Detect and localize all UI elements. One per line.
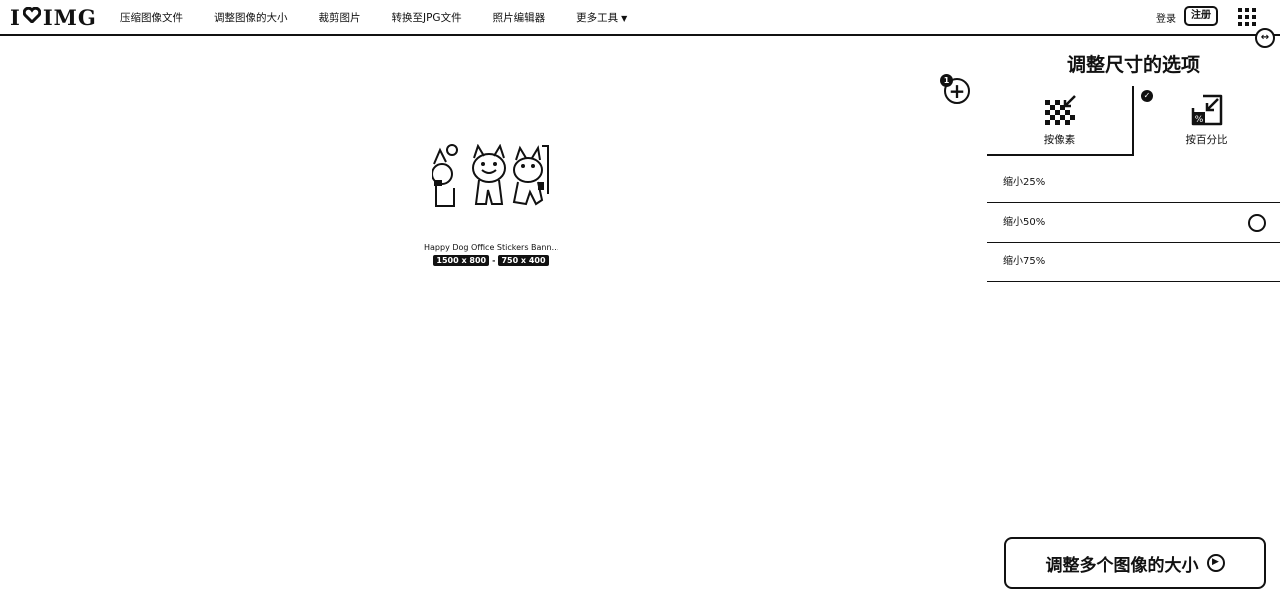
radio-icon[interactable] [1248,214,1266,232]
add-more-files-button[interactable]: + 1 [940,74,972,106]
tab-by-pixels-label: 按像素 [1043,134,1076,146]
nav-convert-jpg[interactable]: 转换至JPG文件 [392,10,462,25]
nav-compress[interactable]: 压缩图像文件 [120,10,183,25]
nav-crop[interactable]: 裁剪图片 [319,10,361,25]
nav-more-tools[interactable]: 更多工具 ▼ [576,10,627,25]
percentage-icon: % [1191,94,1223,126]
option-reduce-25[interactable]: 缩小25% [987,163,1280,203]
resize-options-panel: 调整尺寸的选项 按像素 ✓ % 按百分比 缩小25% 缩小50% 缩小75% [987,38,1280,597]
svg-text:%: % [1195,115,1204,125]
new-dimensions: 750 x 400 [498,255,549,266]
option-reduce-25-label: 缩小25% [1003,177,1046,188]
original-dimensions: 1500 x 800 [433,255,490,266]
dimensions-row: 1500 x 800 - 750 x 400 [424,255,558,266]
option-reduce-50-label: 缩小50% [1003,217,1046,228]
panel-title: 调整尺寸的选项 [1066,54,1200,76]
resize-images-button-label: 调整多个图像的大小 [1045,555,1199,576]
file-count-badge: 1 [940,74,953,87]
main-nav: 压缩图像文件 调整图像的大小 裁剪图片 转换至JPG文件 照片编辑器 更多工具 ▼ [120,0,658,34]
heart-icon [22,6,42,28]
logo-text-right: IMG [42,5,97,30]
nav-more-tools-label: 更多工具 [576,11,619,24]
option-reduce-75[interactable]: 缩小75% [987,242,1280,282]
top-navbar: I IMG 压缩图像文件 调整图像的大小 裁剪图片 转换至JPG文件 照片编辑器… [0,0,1280,36]
tab-by-percentage[interactable]: % 按百分比 [1133,86,1280,156]
pixels-icon [1045,95,1076,125]
logo[interactable]: I IMG [10,5,97,30]
dimension-arrow: - [492,256,496,265]
arrow-right-icon: ▶ [1206,554,1225,572]
logo-text-left: I [10,5,21,30]
tab-by-pixels[interactable]: 按像素 [987,86,1134,156]
file-thumbnail [432,144,550,210]
tab-by-percentage-label: 按百分比 [1185,134,1228,146]
option-reduce-75-label: 缩小75% [1003,256,1046,267]
workspace: + 1 Happy Dog Office Stickers Bann… 1500… [0,38,987,597]
option-reduce-50[interactable]: 缩小50% [987,203,1280,243]
collapse-panel-icon[interactable]: ↔ [1255,28,1275,48]
login-link[interactable]: 登录 [1156,10,1176,25]
nav-resize[interactable]: 调整图像的大小 [214,10,288,25]
apps-grid-icon[interactable] [1238,8,1256,26]
caret-down-icon: ▼ [621,13,628,23]
file-name: Happy Dog Office Stickers Bann… [424,243,558,252]
resize-images-button[interactable]: 调整多个图像的大小 ▶ [1004,537,1266,589]
register-button[interactable]: 注册 [1184,6,1218,26]
file-card[interactable]: Happy Dog Office Stickers Bann… 1500 x 8… [424,144,558,266]
nav-photo-editor[interactable]: 照片编辑器 [493,10,546,25]
